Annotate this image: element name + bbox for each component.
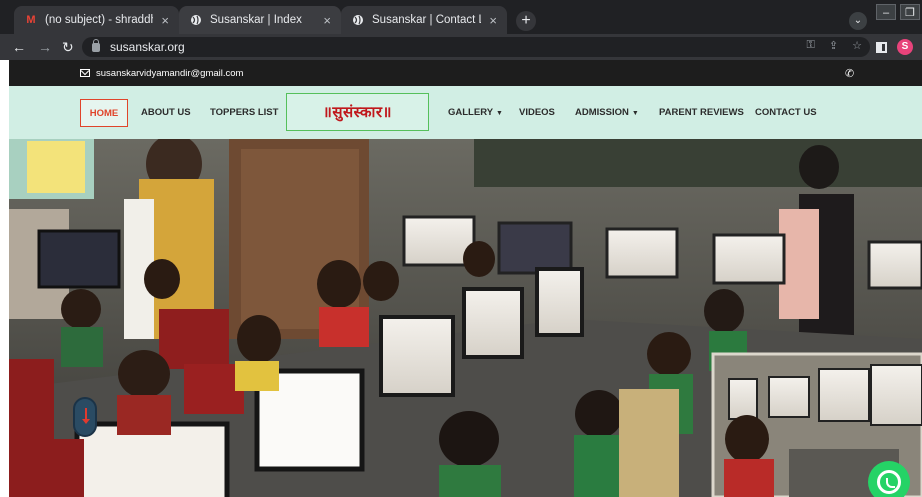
lock-icon[interactable] [92, 38, 100, 52]
phone-icon[interactable]: ✆ [845, 67, 854, 80]
star-icon[interactable]: ☆ [852, 39, 862, 52]
caret-down-icon: ▼ [496, 110, 503, 117]
omnibox-actions: ⚿ ⇪ ☆ [807, 39, 862, 52]
share-icon[interactable]: ⇪ [829, 39, 838, 52]
tab-contact-list[interactable]: Susanskar | Contact List × [341, 6, 507, 34]
mail-icon [80, 69, 90, 77]
new-tab-button[interactable]: + [516, 11, 536, 31]
tab-index[interactable]: Susanskar | Index × [179, 6, 341, 34]
whatsapp-chat-button[interactable] [868, 461, 910, 497]
forward-arrow-icon[interactable]: → [38, 39, 52, 55]
nav-home[interactable]: HOME [80, 99, 128, 127]
close-tab-icon[interactable]: × [323, 13, 331, 28]
nav-admission-label: ADMISSION [575, 107, 629, 118]
computer-lab-photo [9, 139, 922, 497]
key-icon[interactable]: ⚿ [807, 39, 815, 52]
minimize-icon[interactable]: – [876, 4, 896, 20]
nav-contact-us[interactable]: CONTACT US [755, 107, 817, 118]
toolbar-right: S [876, 39, 913, 55]
close-tab-icon[interactable]: × [161, 13, 169, 28]
globe-icon [189, 13, 203, 27]
reload-icon[interactable]: ↻ [62, 39, 74, 55]
browser-toolbar: ← → ↻ susanskar.org ⚿ ⇪ ☆ S [0, 34, 922, 60]
hero-image-computer-lab [9, 139, 922, 497]
back-arrow-icon[interactable]: ← [12, 39, 26, 55]
site-navbar: HOME ABOUT US TOPPERS LIST ॥सुसंस्कार॥ G… [9, 86, 922, 139]
gmail-icon: M [26, 14, 36, 26]
window-controls: – ❐ [876, 4, 920, 22]
nav-parent-reviews[interactable]: PARENT REVIEWS [659, 107, 744, 118]
tab-search-icon[interactable]: ⌄ [849, 12, 867, 30]
address-bar[interactable]: susanskar.org ⚿ ⇪ ☆ [82, 37, 870, 57]
caret-down-icon: ▼ [631, 110, 639, 117]
scroll-down-indicator[interactable] [73, 397, 97, 437]
tab-title: Susanskar | Index [210, 14, 302, 26]
site-logo[interactable]: ॥सुसंस्कार॥ [286, 93, 429, 131]
nav-admission[interactable]: ADMISSION ▼ [575, 107, 639, 118]
nav-toppers-list[interactable]: TOPPERS LIST [210, 107, 278, 118]
tab-gmail[interactable]: M (no subject) - shraddhapetkar.02 × [14, 6, 179, 34]
url-text: susanskar.org [110, 40, 185, 54]
whatsapp-icon [877, 470, 901, 494]
globe-icon [351, 13, 365, 27]
nav-gallery-label: GALLERY [448, 107, 494, 118]
contact-email[interactable]: susanskarvidyamandir@gmail.com [96, 68, 243, 79]
tab-title: (no subject) - shraddhapetkar.02 [45, 14, 153, 26]
profile-avatar[interactable]: S [897, 39, 913, 55]
nav-about-us[interactable]: ABOUT US [141, 107, 191, 118]
site-contact-bar: susanskarvidyamandir@gmail.com ✆ [9, 60, 922, 86]
browser-tab-strip: M (no subject) - shraddhapetkar.02 × Sus… [0, 0, 922, 34]
tab-title: Susanskar | Contact List [372, 14, 481, 26]
close-tab-icon[interactable]: × [489, 13, 497, 28]
nav-videos[interactable]: VIDEOS [519, 107, 555, 118]
nav-gallery[interactable]: GALLERY ▼ [448, 107, 503, 118]
logo-text: ॥सुसंस्कार॥ [322, 103, 393, 121]
restore-icon[interactable]: ❐ [900, 4, 920, 20]
side-panel-icon[interactable] [876, 41, 887, 53]
